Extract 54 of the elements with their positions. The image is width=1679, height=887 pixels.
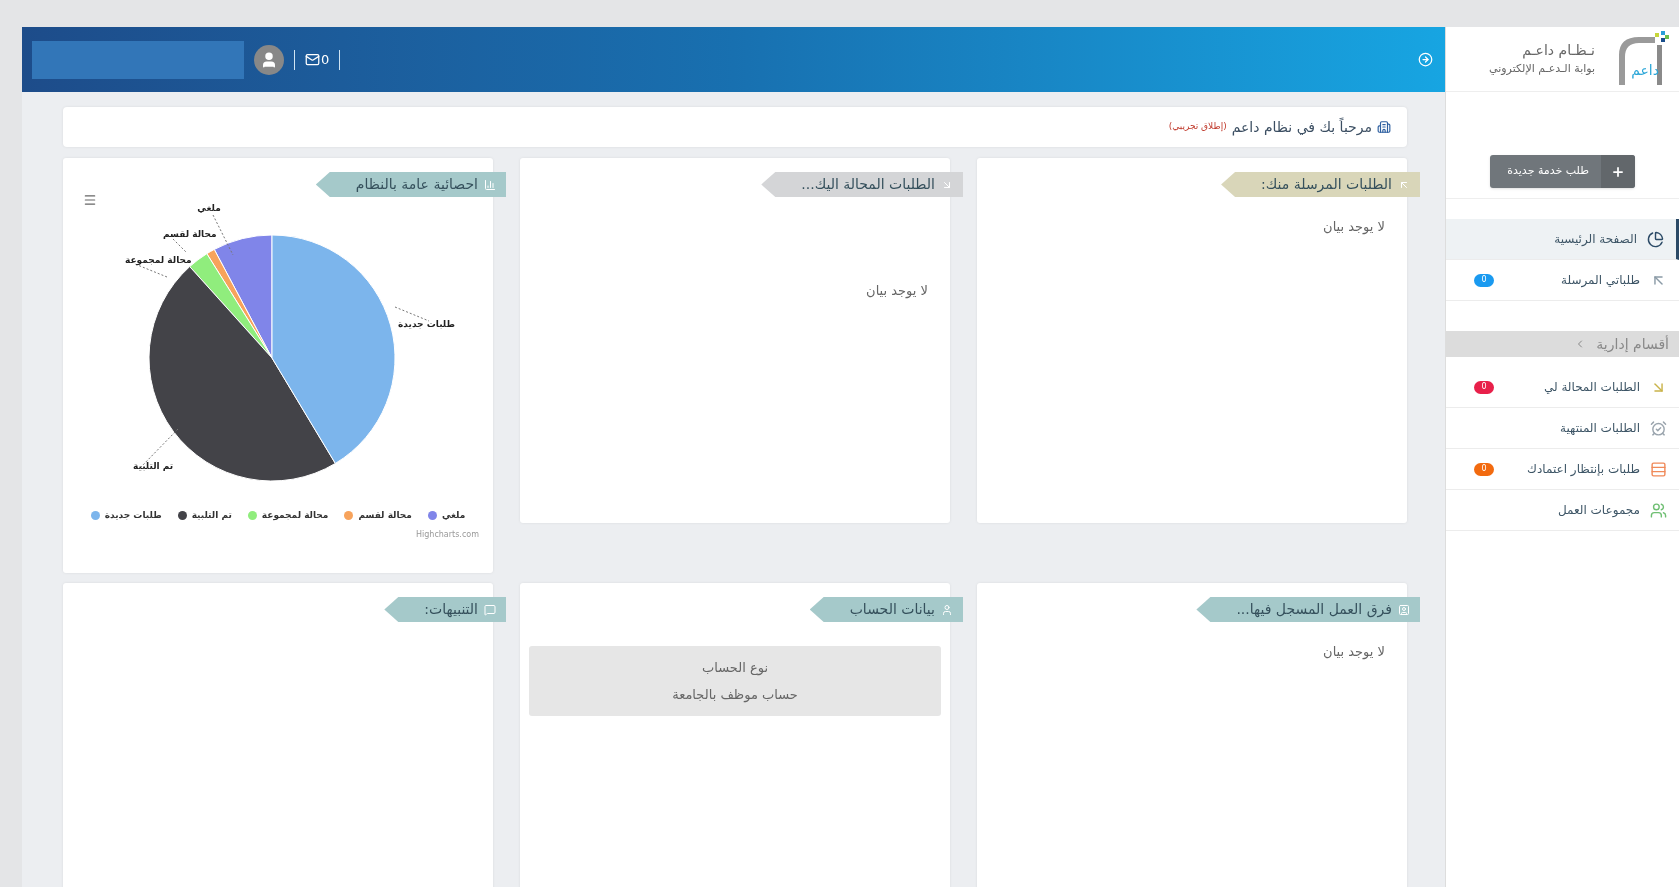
logo-title: نـظـام داعـم — [1521, 41, 1595, 61]
id-card-icon — [1398, 603, 1410, 616]
alarm-clock-icon — [1650, 419, 1667, 437]
pie-chart-icon — [1647, 230, 1664, 248]
leader-line — [394, 306, 430, 322]
empty-message: لا يوجد بيان — [1322, 218, 1386, 237]
section-label: أقسام إدارية — [1596, 334, 1669, 355]
slice-label: تم التلبية — [133, 461, 174, 471]
slice-label: محالة لمجموعة — [125, 255, 192, 265]
account-type-value: حساب موظف بالجامعة — [672, 686, 798, 705]
menu-label: الطلبات المحالة لي — [1542, 379, 1640, 396]
count-badge: 0 — [1474, 273, 1494, 287]
slice-label: محالة لقسم — [163, 229, 217, 239]
logo-subtitle: بوابة الـدعـم الإلكتروني — [1489, 61, 1595, 78]
building-icon — [1377, 120, 1391, 134]
avatar-icon[interactable] — [254, 44, 284, 75]
empty-message: لا يوجد بيان — [1322, 643, 1386, 662]
menu-label: طلبات بإنتظار اعتمادك — [1526, 461, 1640, 478]
count-badge: 0 — [1474, 462, 1494, 476]
legend-label[interactable]: تم التلبية — [191, 509, 232, 523]
messages-button[interactable]: 0 — [305, 49, 330, 70]
account-type-label: نوع الحساب — [702, 658, 768, 677]
list-icon — [1650, 460, 1667, 478]
empty-message: لا يوجد بيان — [865, 282, 929, 301]
count-badge: 0 — [1474, 380, 1494, 394]
message-icon — [484, 603, 496, 616]
menu-item[interactable]: الصفحة الرئيسية — [1446, 219, 1679, 260]
menu-label: مجموعات العمل — [1556, 502, 1640, 519]
card-title: احصائية عامة بالنظام — [355, 175, 478, 194]
menu-label: الصفحة الرئيسية — [1553, 231, 1637, 248]
legend-label[interactable]: ملغي — [441, 509, 466, 523]
legend-label[interactable]: محالة لمجموعة — [261, 509, 329, 523]
logout-icon[interactable] — [1418, 52, 1433, 67]
beta-tag: (إطلاق تجريبي) — [1168, 120, 1227, 134]
card-title: فرق العمل المسجل فيها... — [1236, 600, 1392, 620]
legend-label[interactable]: طلبات جديدة — [104, 509, 162, 523]
leader-line — [172, 238, 188, 254]
menu-label: طلباتي المرسلة — [1560, 272, 1640, 289]
users-icon — [1650, 501, 1667, 519]
user-icon — [941, 603, 953, 616]
card-title: التنبيهات: — [424, 600, 478, 619]
card-title: الطلبات المرسلة منك: — [1261, 175, 1392, 195]
menu-label: الطلبات المنتهية — [1559, 420, 1640, 437]
welcome-text: مرحباً بك في نظام داعم — [1231, 116, 1372, 138]
slice-label: ملغي — [197, 203, 221, 213]
plus-icon — [1611, 164, 1625, 179]
bar-chart-icon — [484, 178, 496, 191]
new-request-button[interactable]: طلب خدمة جديدة — [1490, 155, 1635, 188]
slice-label: طلبات جديدة — [398, 319, 455, 329]
legend-label[interactable]: محالة لقسم — [358, 509, 412, 523]
card-title: الطلبات المحالة اليك... — [801, 175, 935, 194]
card-title: بيانات الحساب — [849, 600, 935, 619]
menu-icon[interactable] — [83, 193, 97, 207]
logo-mark: داعم — [1631, 61, 1659, 81]
